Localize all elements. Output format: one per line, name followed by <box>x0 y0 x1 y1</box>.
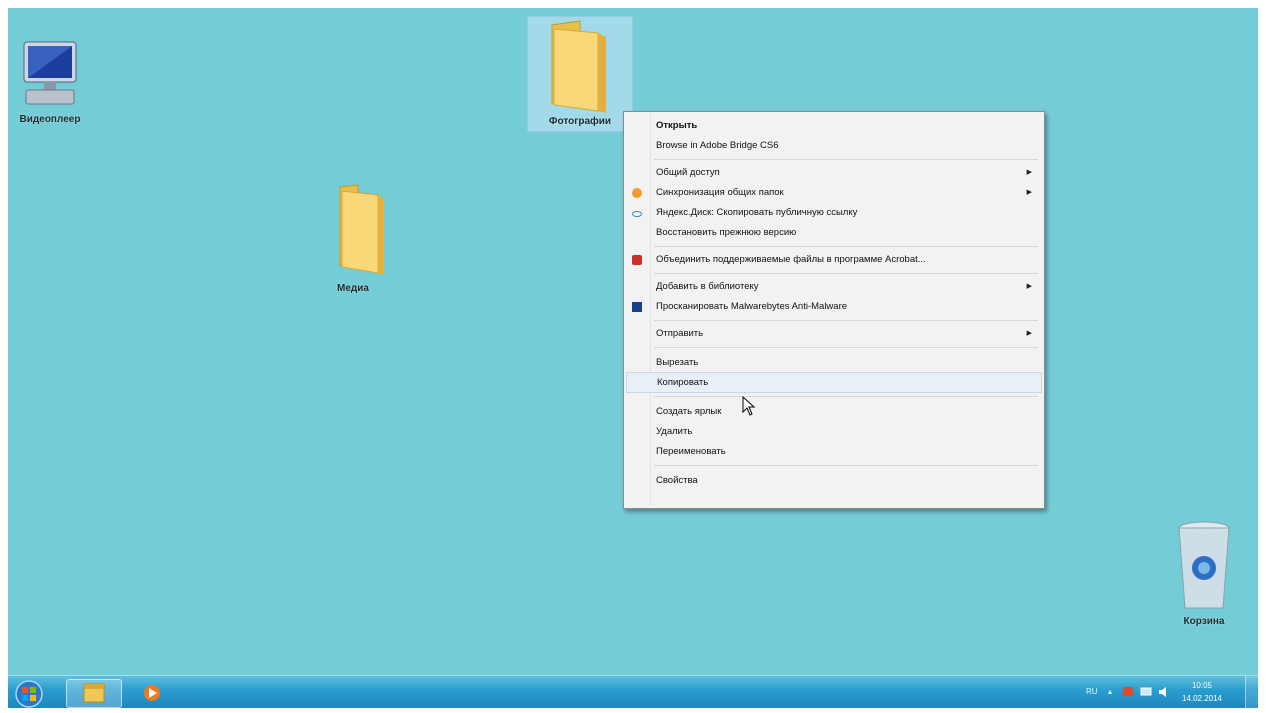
menu-separator <box>654 347 1038 348</box>
taskbar-explorer-button[interactable] <box>66 679 122 708</box>
menu-separator <box>654 273 1038 274</box>
tray-date: 14.02.2014 <box>1181 694 1223 703</box>
menu-item-open[interactable]: Открыть <box>626 116 1042 136</box>
menu-item-acrobat-combine[interactable]: Объединить поддерживаемые файлы в програ… <box>626 250 1042 270</box>
folder-icon <box>551 20 606 113</box>
taskbar: RU ▴ 10:05 14.02.2014 <box>8 675 1258 708</box>
desktop-icon-folder-selected[interactable]: Фотографии <box>527 16 633 132</box>
desktop: Видеоплеер Фотографии Медиа Корзина Откр… <box>8 8 1258 708</box>
start-button[interactable] <box>12 679 56 708</box>
desktop-icon-label: Медиа <box>337 283 369 294</box>
tray-flag-icon[interactable] <box>1122 686 1134 698</box>
menu-item-rename[interactable]: Переименовать <box>626 442 1042 462</box>
menu-item-send-to[interactable]: Отправить ▶ <box>626 324 1042 344</box>
desktop-icon-label: Корзина <box>1183 616 1225 627</box>
explorer-folder-icon <box>83 683 105 703</box>
submenu-arrow-icon: ▶ <box>1026 189 1032 196</box>
menu-separator <box>654 465 1038 466</box>
menu-item-properties[interactable]: Свойства <box>626 471 1042 491</box>
menu-separator <box>654 320 1038 321</box>
tray-volume-icon[interactable] <box>1158 686 1170 698</box>
desktop-icon-recycle-bin[interactable]: Корзина <box>1164 520 1244 627</box>
menu-item-delete[interactable]: Удалить <box>626 422 1042 442</box>
menu-item-malwarebytes-scan[interactable]: Просканировать Malwarebytes Anti-Malware <box>626 297 1042 317</box>
context-menu: Открыть Browse in Adobe Bridge CS6 Общий… <box>623 111 1045 509</box>
recycle-bin-icon <box>1178 521 1230 609</box>
windows-orb-icon <box>15 680 43 708</box>
acrobat-icon <box>632 255 642 265</box>
desktop-icon-folder[interactable]: Медиа <box>308 183 398 294</box>
menu-item-restore-version[interactable]: Восстановить прежнюю версию <box>626 223 1042 243</box>
submenu-arrow-icon: ▶ <box>1026 330 1032 337</box>
taskbar-media-player-button[interactable] <box>136 679 176 706</box>
menu-item-create-shortcut[interactable]: Создать ярлык <box>626 402 1042 422</box>
tray-show-hidden-icon[interactable]: ▴ <box>1108 687 1112 696</box>
desktop-icon-label: Видеоплеер <box>19 114 81 125</box>
menu-separator <box>654 246 1038 247</box>
computer-icon <box>23 41 77 105</box>
desktop-icon-computer[interactable]: Видеоплеер <box>14 38 86 125</box>
submenu-arrow-icon: ▶ <box>1026 283 1032 290</box>
sync-icon <box>632 188 642 198</box>
cloud-icon <box>632 211 642 217</box>
folder-icon <box>339 184 384 275</box>
show-desktop-button[interactable] <box>1245 676 1258 708</box>
menu-separator <box>654 396 1038 397</box>
tray-time: 10:05 <box>1191 681 1213 690</box>
menu-item-share[interactable]: Общий доступ ▶ <box>626 163 1042 183</box>
mouse-pointer-icon <box>742 396 756 416</box>
media-player-icon <box>144 685 160 701</box>
menu-item-cut[interactable]: Вырезать <box>626 353 1042 373</box>
tray-clock[interactable]: 10:05 14.02.2014 <box>1176 679 1228 705</box>
menu-item-yandex-disk-link[interactable]: Яндекс.Диск: Скопировать публичную ссылк… <box>626 203 1042 223</box>
menu-item-copy[interactable]: Копировать <box>626 372 1042 393</box>
malwarebytes-icon <box>632 302 642 312</box>
menu-item-add-to-library[interactable]: Добавить в библиотеку ▶ <box>626 277 1042 297</box>
menu-item-browse-bridge[interactable]: Browse in Adobe Bridge CS6 <box>626 136 1042 156</box>
desktop-icon-label: Фотографии <box>548 116 612 127</box>
menu-item-sync-folders[interactable]: Синхронизация общих папок ▶ <box>626 183 1042 203</box>
submenu-arrow-icon: ▶ <box>1026 169 1032 176</box>
menu-separator <box>654 159 1038 160</box>
tray-language[interactable]: RU <box>1086 687 1098 696</box>
tray-network-icon[interactable] <box>1140 686 1152 698</box>
